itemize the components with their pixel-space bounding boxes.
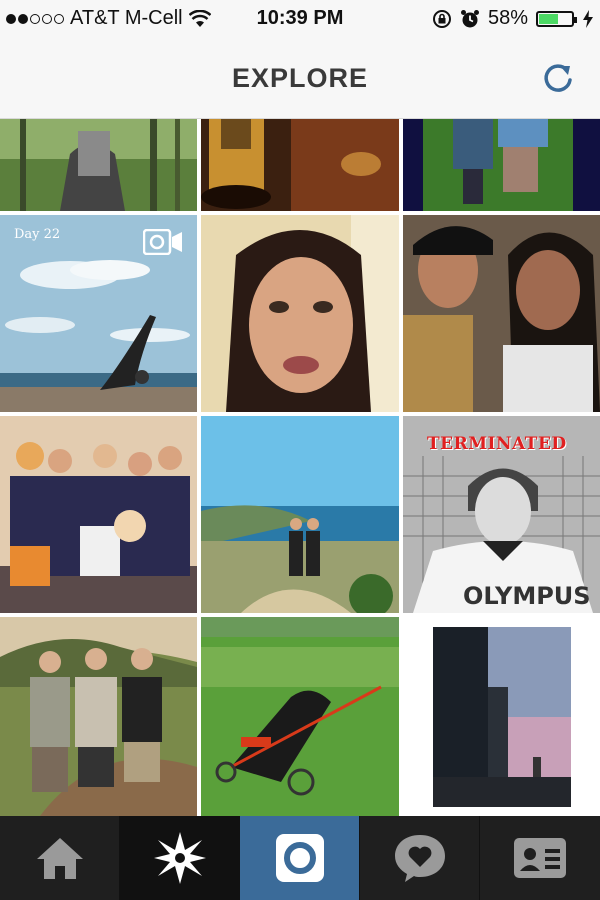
status-bar: AT&T M-Cell 10:39 PM 58% bbox=[0, 0, 600, 38]
activity-heart-icon bbox=[394, 835, 445, 882]
charging-icon bbox=[583, 9, 593, 28]
photo-three-guys-hill[interactable] bbox=[0, 617, 197, 816]
tab-news[interactable] bbox=[360, 816, 480, 900]
photo-beer-glass[interactable] bbox=[201, 119, 399, 211]
rotation-lock-icon bbox=[432, 9, 451, 28]
status-right: 58% bbox=[432, 7, 594, 30]
nav-bar: EXPLORE bbox=[0, 38, 600, 119]
photo-two-women-selfie[interactable] bbox=[403, 215, 600, 412]
profile-card-icon bbox=[514, 838, 566, 878]
photo-two-people-grass[interactable] bbox=[403, 119, 600, 211]
tile-caption: Day 22 bbox=[14, 227, 61, 242]
photo-cheer-team[interactable] bbox=[0, 416, 197, 613]
refresh-icon[interactable] bbox=[540, 60, 576, 96]
page-title: EXPLORE bbox=[231, 63, 369, 93]
photo-two-women-coast[interactable] bbox=[201, 416, 399, 613]
explore-star-icon bbox=[153, 832, 206, 884]
photo-beach-yoga[interactable]: Day 22 bbox=[0, 215, 197, 412]
tab-bar bbox=[0, 816, 600, 900]
tab-explore[interactable] bbox=[120, 816, 240, 900]
battery-percent: 58% bbox=[487, 7, 528, 29]
camera-icon bbox=[275, 834, 324, 882]
alarm-icon bbox=[460, 9, 479, 27]
tile-banner: TERMINATED bbox=[427, 434, 567, 454]
jersey-text: OLYMPUS bbox=[463, 582, 591, 610]
photo-city-sunset[interactable] bbox=[403, 617, 600, 816]
tab-profile[interactable] bbox=[480, 816, 600, 900]
battery-icon bbox=[536, 10, 577, 27]
photo-hockey-player[interactable]: TERMINATED OLYMPUS bbox=[403, 416, 600, 613]
photo-forest-hiker[interactable] bbox=[0, 119, 197, 211]
video-icon bbox=[143, 229, 182, 255]
home-icon bbox=[36, 838, 83, 879]
explore-photo-grid: Day 22 TERMINATED OLYMPUS bbox=[0, 119, 600, 816]
photo-woman-face-selfie[interactable] bbox=[201, 215, 399, 412]
tab-camera[interactable] bbox=[240, 816, 360, 900]
tab-home[interactable] bbox=[0, 816, 120, 900]
photo-golf-bag[interactable] bbox=[201, 617, 399, 816]
